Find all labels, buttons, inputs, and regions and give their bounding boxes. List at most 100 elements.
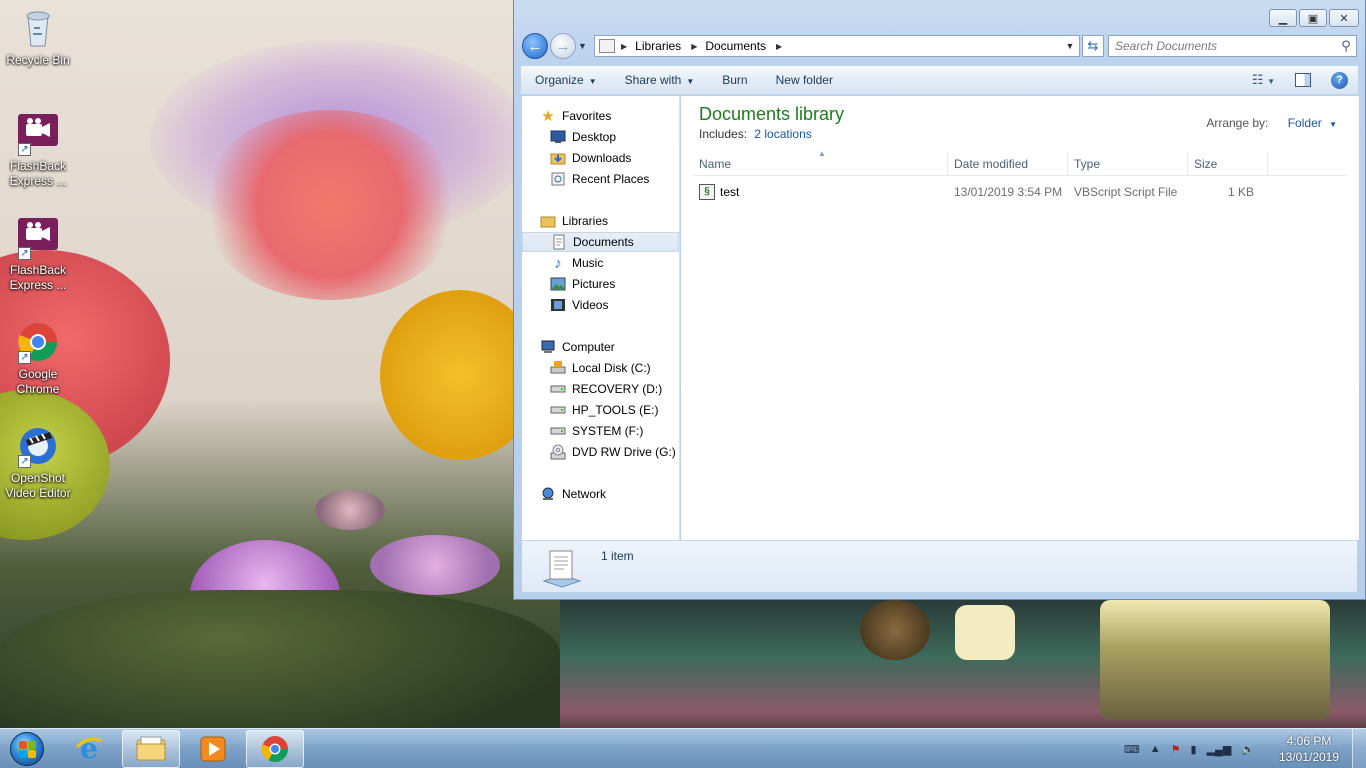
organize-button[interactable]: Organize ▼ — [535, 73, 597, 87]
start-button[interactable] — [4, 730, 50, 768]
preview-pane-button[interactable] — [1295, 73, 1311, 87]
restore-button[interactable]: ▣ — [1299, 9, 1327, 27]
breadcrumb-separator-icon[interactable]: ▶ — [691, 42, 697, 51]
show-desktop-button[interactable] — [1352, 729, 1366, 768]
documents-library-icon — [540, 547, 582, 588]
view-options-icon: ☷ — [1251, 72, 1264, 87]
desktop-icon-openshot[interactable]: ↗ OpenShot Video Editor — [1, 424, 75, 501]
file-size: 1 KB — [1227, 185, 1254, 199]
column-name[interactable]: Name — [693, 152, 948, 176]
address-bar[interactable]: ▶ Libraries ▶ Documents ▶ ▼ — [594, 35, 1080, 57]
minimize-button[interactable]: ▁ — [1269, 9, 1297, 27]
nav-recovery-drive[interactable]: RECOVERY (D:) — [522, 379, 679, 399]
includes-locations-link[interactable]: 2 locations — [754, 127, 811, 141]
help-button[interactable]: ? — [1331, 71, 1348, 89]
column-type[interactable]: Type — [1068, 152, 1188, 176]
nav-documents[interactable]: Documents — [522, 232, 679, 252]
breadcrumb-documents[interactable]: Documents — [705, 39, 766, 53]
desktop-icon-flashback-1[interactable]: ↗ FlashBack Express ... — [1, 112, 75, 189]
shortcut-arrow-icon: ↗ — [18, 247, 31, 260]
volume-icon[interactable]: 🔈 — [1241, 743, 1255, 756]
folder-icon — [136, 736, 166, 761]
column-date-modified[interactable]: Date modified — [948, 152, 1068, 176]
action-center-icon[interactable]: ⚑ — [1171, 743, 1181, 756]
chevron-down-icon: ▼ — [588, 77, 597, 86]
nav-dvd-drive[interactable]: DVD RW Drive (G:) G — [522, 442, 679, 462]
nav-label: Computer — [562, 340, 615, 354]
share-with-button[interactable]: Share with ▼ — [625, 73, 695, 87]
nav-desktop[interactable]: Desktop — [522, 127, 679, 147]
search-icon[interactable]: ⚲ — [1336, 38, 1356, 54]
keyboard-icon[interactable]: ⌨ — [1124, 743, 1140, 756]
nav-computer[interactable]: Computer — [522, 337, 679, 357]
nav-videos[interactable]: Videos — [522, 295, 679, 315]
nav-downloads[interactable]: Downloads — [522, 148, 679, 168]
search-input[interactable] — [1115, 39, 1336, 53]
nav-network[interactable]: Network — [522, 484, 679, 504]
libraries-folder-icon — [540, 213, 556, 229]
file-type: VBScript Script File — [1074, 185, 1178, 199]
clock[interactable]: 4:06 PM 13/01/2019 — [1266, 733, 1352, 765]
file-row[interactable]: § test 13/01/2019 3:54 PM VBScript Scrip… — [693, 182, 1347, 202]
change-view-button[interactable]: ☷ ▼ — [1252, 72, 1275, 88]
signal-strength-icon[interactable]: ▂▄▆ — [1207, 743, 1232, 756]
flashback-icon: ↗ — [16, 112, 60, 156]
power-icon[interactable]: ▮ — [1191, 743, 1197, 756]
pictures-icon — [550, 276, 566, 292]
breadcrumb-separator-icon[interactable]: ▶ — [776, 42, 782, 51]
nav-libraries[interactable]: Libraries — [522, 211, 679, 231]
nav-local-disk[interactable]: Local Disk (C:) — [522, 358, 679, 378]
chrome-icon: ↗ — [16, 320, 60, 364]
share-with-label: Share with — [624, 73, 682, 87]
address-row: ← → ▼ ▶ Libraries ▶ Documents ▶ ▼ ⇆ ⚲ — [522, 32, 1357, 60]
nav-label: Downloads — [572, 151, 632, 165]
hard-drive-icon — [550, 423, 566, 439]
desktop-icon-google-chrome[interactable]: ↗ Google Chrome — [1, 320, 75, 397]
arrow-right-icon: → — [555, 37, 571, 55]
clock-date: 13/01/2019 — [1278, 750, 1340, 764]
documents-icon — [551, 234, 567, 250]
taskbar-media-player[interactable] — [184, 730, 242, 768]
item-count: 1 item — [601, 549, 634, 563]
taskbar-google-chrome[interactable] — [246, 730, 304, 768]
new-folder-button[interactable]: New folder — [776, 73, 833, 87]
libraries-icon — [599, 39, 615, 53]
nav-label: Documents — [573, 235, 634, 249]
show-hidden-icons-button[interactable]: ▲ — [1150, 743, 1161, 755]
nav-system-drive[interactable]: SYSTEM (F:) — [522, 421, 679, 441]
refresh-button[interactable]: ⇆ — [1082, 35, 1104, 57]
nav-hp-tools-drive[interactable]: HP_TOOLS (E:) — [522, 400, 679, 420]
nav-music[interactable]: ♪ Music — [522, 253, 679, 273]
library-includes: Includes: 2 locations — [699, 127, 812, 141]
navigation-pane: ★ Favorites Desktop Downloads Recent Plac… — [522, 96, 680, 540]
nav-favorites[interactable]: ★ Favorites — [522, 106, 679, 126]
shortcut-arrow-icon: ↗ — [18, 455, 31, 468]
desktop-icon-flashback-2[interactable]: ↗ FlashBack Express ... — [1, 216, 75, 293]
shortcut-arrow-icon: ↗ — [18, 143, 31, 156]
taskbar-internet-explorer[interactable]: e — [60, 730, 118, 768]
taskbar-windows-explorer[interactable] — [122, 730, 180, 768]
media-player-icon — [200, 736, 226, 762]
nav-recent-places[interactable]: Recent Places — [522, 169, 679, 189]
internet-explorer-icon: e — [75, 733, 102, 765]
close-button[interactable]: ✕ — [1329, 9, 1359, 27]
breadcrumb-separator-icon[interactable]: ▶ — [621, 42, 627, 51]
desktop-icon-recycle-bin[interactable]: Recycle Bin — [1, 6, 75, 68]
burn-button[interactable]: Burn — [722, 73, 747, 87]
help-icon: ? — [1336, 74, 1343, 86]
arrow-left-icon: ← — [527, 37, 543, 55]
chrome-icon — [261, 736, 288, 762]
nav-pictures[interactable]: Pictures — [522, 274, 679, 294]
column-size[interactable]: Size — [1188, 152, 1268, 176]
chevron-down-icon[interactable]: ▼ — [1329, 120, 1337, 129]
nav-label: Local Disk (C:) — [572, 361, 651, 375]
dvd-drive-icon — [550, 444, 566, 460]
address-dropdown-icon[interactable]: ▼ — [1061, 41, 1079, 51]
search-box[interactable]: ⚲ — [1108, 35, 1357, 57]
recent-pages-dropdown[interactable]: ▼ — [578, 41, 590, 51]
forward-button[interactable]: → — [550, 33, 576, 59]
arrange-by-dropdown[interactable]: Folder — [1288, 116, 1322, 130]
breadcrumb-libraries[interactable]: Libraries — [635, 39, 681, 53]
nav-label: Libraries — [562, 214, 609, 228]
back-button[interactable]: ← — [522, 33, 548, 59]
